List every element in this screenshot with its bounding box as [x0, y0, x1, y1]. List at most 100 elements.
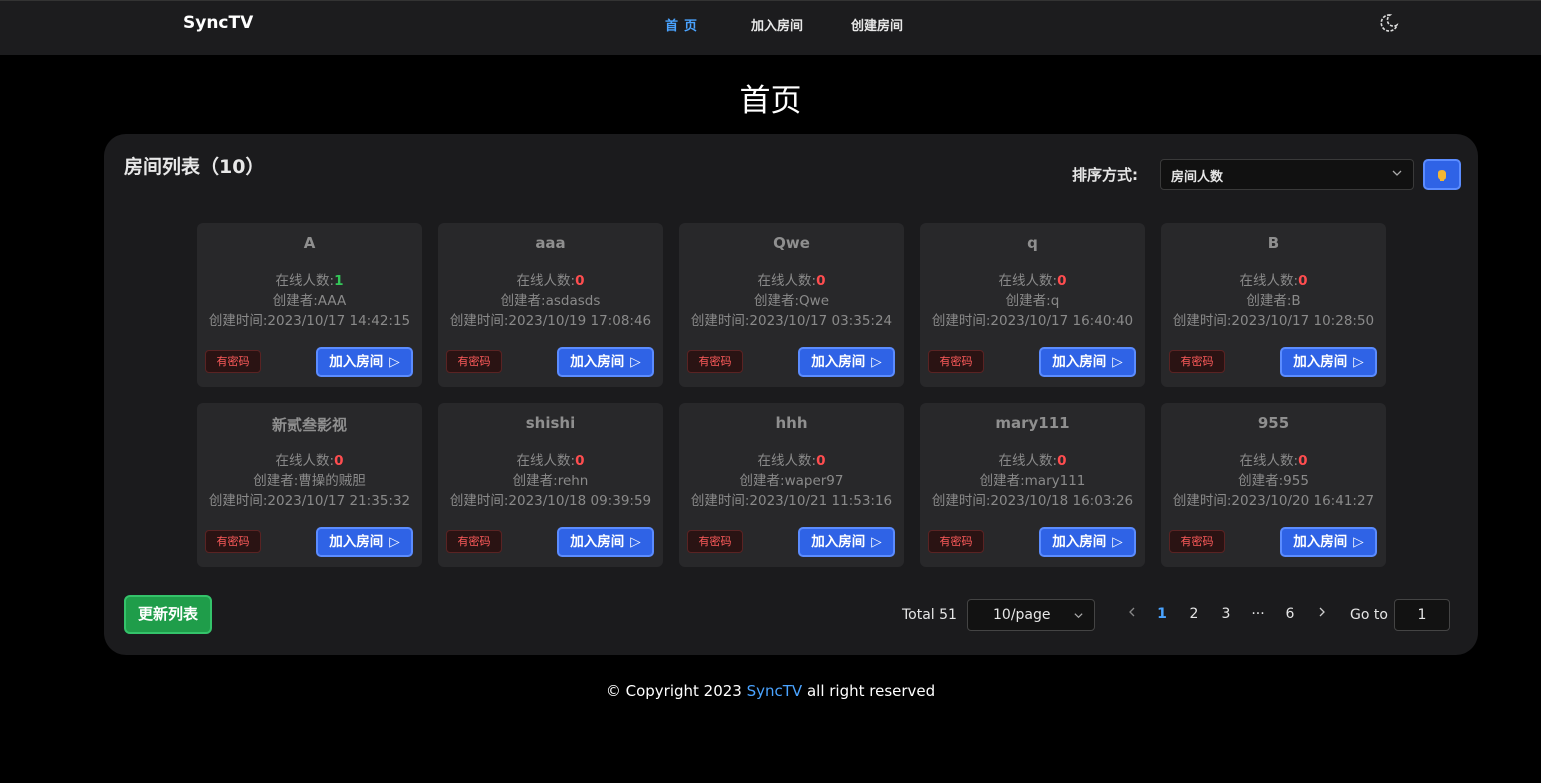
top-navbar: SyncTV 首页 加入房间 创建房间	[0, 0, 1541, 55]
password-tag: 有密码	[1169, 350, 1225, 373]
room-created-time: 创建时间:2023/10/19 17:08:46	[449, 313, 652, 329]
online-count: 在线人数:0	[1239, 453, 1308, 469]
room-card: B 在线人数:0 创建者:B 创建时间:2023/10/17 10:28:50 有密码 加…	[1161, 223, 1386, 387]
brand-logo[interactable]: SyncTV	[183, 13, 253, 33]
play-icon: ▷	[389, 534, 400, 550]
join-room-button[interactable]: 加入房间 ▷	[798, 347, 895, 377]
room-card: A 在线人数:1 创建者:AAA 创建时间:2023/10/17 14:42:15 有密…	[197, 223, 422, 387]
room-name: 新贰叁影视	[271, 416, 347, 434]
room-list-title: 房间列表（10）	[124, 156, 265, 178]
page-3[interactable]: 3	[1214, 606, 1238, 622]
hand-icon	[1438, 169, 1446, 181]
room-creator: 创建者:rehn	[512, 473, 589, 489]
sort-order-button[interactable]	[1423, 159, 1461, 190]
password-tag: 有密码	[687, 350, 743, 373]
nav-join-room[interactable]: 加入房间	[751, 15, 803, 34]
password-tag: 有密码	[205, 530, 261, 553]
prev-page-button[interactable]	[1120, 606, 1144, 622]
room-creator: 创建者:q	[1005, 293, 1060, 309]
online-count: 在线人数:0	[516, 273, 585, 289]
join-room-button[interactable]: 加入房间 ▷	[557, 347, 654, 377]
play-icon: ▷	[389, 354, 400, 370]
room-name: shishi	[525, 414, 576, 432]
sort-label: 排序方式:	[1072, 166, 1138, 184]
refresh-list-button[interactable]: 更新列表	[124, 595, 212, 634]
join-room-button[interactable]: 加入房间 ▷	[1039, 347, 1136, 377]
room-created-time: 创建时间:2023/10/17 21:35:32	[208, 493, 411, 509]
room-name: q	[1027, 234, 1038, 252]
footer-prefix: © Copyright 2023	[605, 682, 747, 700]
room-card: q 在线人数:0 创建者:q 创建时间:2023/10/17 16:40:40 有密码 加…	[920, 223, 1145, 387]
room-name: A	[303, 234, 316, 252]
play-icon: ▷	[630, 354, 641, 370]
room-name: B	[1267, 234, 1280, 252]
room-created-time: 创建时间:2023/10/20 16:41:27	[1172, 493, 1375, 509]
page-1[interactable]: 1	[1150, 606, 1174, 622]
room-created-time: 创建时间:2023/10/18 09:39:59	[449, 493, 652, 509]
online-count: 在线人数:0	[516, 453, 585, 469]
join-room-button[interactable]: 加入房间 ▷	[1280, 347, 1377, 377]
play-icon: ▷	[1353, 354, 1364, 370]
play-icon: ▷	[1112, 354, 1123, 370]
page-6[interactable]: 6	[1278, 606, 1302, 622]
nav-home[interactable]: 首页	[665, 15, 703, 34]
moon-icon[interactable]	[1379, 13, 1399, 33]
room-creator: 创建者:AAA	[272, 293, 347, 309]
room-created-time: 创建时间:2023/10/17 03:35:24	[690, 313, 893, 329]
room-card: 955 在线人数:0 创建者:955 创建时间:2023/10/20 16:41:27…	[1161, 403, 1386, 567]
room-card: shishi 在线人数:0 创建者:rehn 创建时间:2023/10/18 09:3…	[438, 403, 663, 567]
password-tag: 有密码	[446, 350, 502, 373]
room-creator: 创建者:955	[1238, 473, 1309, 489]
room-card: mary111 在线人数:0 创建者:mary111 创建时间:2023/10/18 …	[920, 403, 1145, 567]
total-count: Total 51	[902, 607, 957, 623]
room-created-time: 创建时间:2023/10/21 11:53:16	[690, 493, 893, 509]
room-name: mary111	[995, 414, 1070, 432]
room-name: aaa	[535, 234, 566, 252]
room-card: aaa 在线人数:0 创建者:asdasds 创建时间:2023/10/19 17:0…	[438, 223, 663, 387]
room-card: 新贰叁影视 在线人数:0 创建者:曹操的贼胆 创建时间:2023/10/17 21:3…	[197, 403, 422, 567]
online-count: 在线人数:0	[998, 273, 1067, 289]
join-room-button[interactable]: 加入房间 ▷	[316, 347, 413, 377]
page-ellipsis[interactable]: ···	[1246, 606, 1270, 622]
main-nav: 首页 加入房间 创建房间	[665, 15, 903, 34]
room-created-time: 创建时间:2023/10/17 14:42:15	[208, 313, 411, 329]
footer-brand-link[interactable]: SyncTV	[747, 682, 803, 700]
join-room-button[interactable]: 加入房间 ▷	[1039, 527, 1136, 557]
room-creator: 创建者:B	[1246, 293, 1301, 309]
room-creator: 创建者:asdasds	[500, 293, 601, 309]
room-list-panel: 房间列表（10） 排序方式: 房间人数 A 在线人数:1 创建者:AAA 创建时间:2…	[104, 134, 1478, 655]
room-creator: 创建者:mary111	[979, 473, 1086, 489]
room-creator: 创建者:Qwe	[753, 293, 830, 309]
password-tag: 有密码	[1169, 530, 1225, 553]
nav-create-room[interactable]: 创建房间	[851, 15, 903, 34]
password-tag: 有密码	[446, 530, 502, 553]
room-card: Qwe 在线人数:0 创建者:Qwe 创建时间:2023/10/17 03:35:24…	[679, 223, 904, 387]
online-count: 在线人数:0	[757, 453, 826, 469]
online-count: 在线人数:1	[275, 273, 344, 289]
next-page-button[interactable]	[1310, 606, 1334, 622]
join-room-button[interactable]: 加入房间 ▷	[1280, 527, 1377, 557]
chevron-left-icon	[1129, 607, 1135, 617]
play-icon: ▷	[871, 534, 882, 550]
join-room-button[interactable]: 加入房间 ▷	[557, 527, 654, 557]
join-room-button[interactable]: 加入房间 ▷	[798, 527, 895, 557]
chevron-down-icon	[1074, 613, 1083, 619]
room-created-time: 创建时间:2023/10/17 10:28:50	[1172, 313, 1375, 329]
sort-select[interactable]: 房间人数	[1160, 159, 1414, 190]
goto-input[interactable]: 1	[1394, 599, 1450, 631]
room-creator: 创建者:waper97	[739, 473, 844, 489]
footer-suffix: all right reserved	[802, 682, 936, 700]
online-count: 在线人数:0	[757, 273, 826, 289]
room-name: 955	[1257, 414, 1290, 432]
footer: © Copyright 2023 SyncTV all right reserv…	[0, 682, 1541, 700]
online-count: 在线人数:0	[1239, 273, 1308, 289]
page-2[interactable]: 2	[1182, 606, 1206, 622]
page-size-select[interactable]: 10/page	[967, 599, 1095, 631]
sort-select-value: 房间人数	[1171, 170, 1224, 185]
join-room-button[interactable]: 加入房间 ▷	[316, 527, 413, 557]
page-size-value: 10/page	[993, 607, 1051, 623]
play-icon: ▷	[1353, 534, 1364, 550]
room-created-time: 创建时间:2023/10/18 16:03:26	[931, 493, 1134, 509]
password-tag: 有密码	[687, 530, 743, 553]
page-title: 首页	[739, 83, 802, 119]
